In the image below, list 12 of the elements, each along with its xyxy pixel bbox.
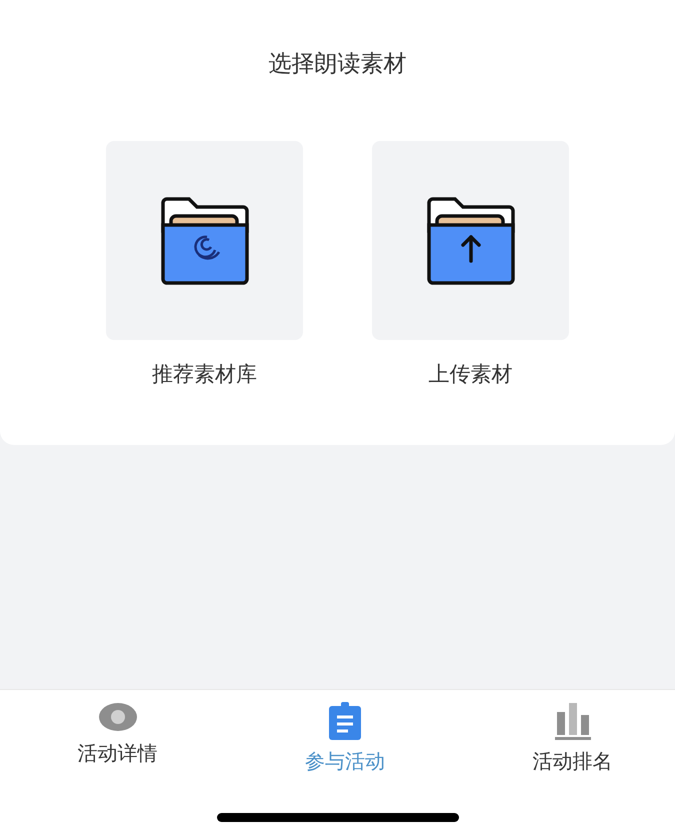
bar-chart-icon xyxy=(554,702,590,740)
option-tile[interactable] xyxy=(106,141,303,340)
folder-icon xyxy=(158,194,250,286)
tab[interactable]: 活动详情 xyxy=(55,702,180,775)
clipboard-icon xyxy=(328,702,362,740)
upload-folder-icon xyxy=(424,194,516,286)
eye-icon xyxy=(98,702,138,732)
page-title: 选择朗读素材 xyxy=(268,50,406,79)
option-label[interactable]: 上传素材 xyxy=(428,360,512,388)
option-label[interactable]: 推荐素材库 xyxy=(152,360,257,388)
tab[interactable]: 活动排名 xyxy=(510,702,635,775)
option-tile[interactable] xyxy=(372,141,569,340)
